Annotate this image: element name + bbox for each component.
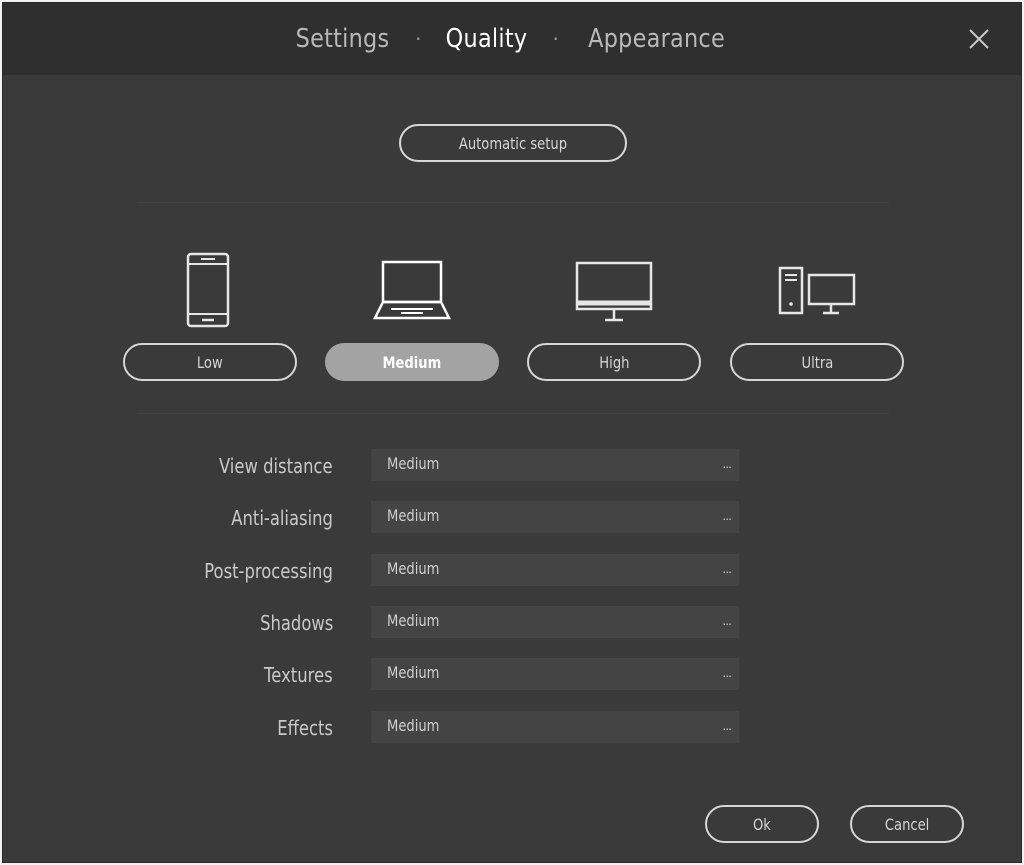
tab-separator: · bbox=[415, 27, 422, 51]
tab-appearance[interactable]: Appearance bbox=[588, 24, 725, 54]
preset-low-button[interactable]: Low bbox=[123, 343, 297, 381]
select-value: Medium bbox=[387, 663, 440, 682]
preset-high-button[interactable]: High bbox=[527, 343, 701, 381]
monitor-icon bbox=[575, 261, 653, 328]
select-value: Medium bbox=[387, 716, 440, 735]
ok-label: Ok bbox=[753, 814, 771, 834]
settings-dialog: Settings · Quality · Appearance Automati… bbox=[2, 2, 1022, 863]
effects-select[interactable]: Medium ... bbox=[371, 711, 739, 743]
anti-aliasing-label: Anti-aliasing bbox=[231, 506, 333, 530]
tab-separator: · bbox=[552, 27, 559, 51]
anti-aliasing-select[interactable]: Medium ... bbox=[371, 501, 739, 533]
more-icon: ... bbox=[722, 455, 732, 471]
automatic-setup-button[interactable]: Automatic setup bbox=[399, 124, 627, 162]
textures-label: Textures bbox=[264, 663, 333, 687]
post-processing-select[interactable]: Medium ... bbox=[371, 554, 739, 586]
select-value: Medium bbox=[387, 611, 440, 630]
more-icon: ... bbox=[722, 664, 732, 680]
view-distance-select[interactable]: Medium ... bbox=[371, 449, 739, 481]
view-distance-label: View distance bbox=[219, 454, 333, 478]
ok-button[interactable]: Ok bbox=[705, 805, 819, 843]
textures-select[interactable]: Medium ... bbox=[371, 658, 739, 690]
shadows-select[interactable]: Medium ... bbox=[371, 606, 739, 638]
cancel-button[interactable]: Cancel bbox=[850, 805, 964, 843]
tab-quality[interactable]: Quality bbox=[446, 24, 528, 54]
tab-bar: Settings · Quality · Appearance bbox=[288, 24, 736, 54]
divider bbox=[137, 202, 889, 203]
more-icon: ... bbox=[722, 612, 732, 628]
phone-icon bbox=[186, 252, 230, 333]
more-icon: ... bbox=[722, 560, 732, 576]
select-value: Medium bbox=[387, 454, 440, 473]
shadows-label: Shadows bbox=[259, 611, 333, 635]
close-icon[interactable] bbox=[967, 27, 991, 51]
cancel-label: Cancel bbox=[884, 814, 930, 834]
preset-medium-button[interactable]: Medium bbox=[325, 343, 499, 381]
more-icon: ... bbox=[722, 507, 732, 523]
automatic-setup-label: Automatic setup bbox=[458, 133, 568, 153]
title-bar: Settings · Quality · Appearance bbox=[3, 3, 1021, 75]
preset-label: Low bbox=[197, 352, 223, 372]
laptop-icon bbox=[372, 260, 452, 327]
tab-settings[interactable]: Settings bbox=[296, 24, 390, 54]
preset-label: High bbox=[598, 352, 630, 372]
preset-ultra-button[interactable]: Ultra bbox=[730, 343, 904, 381]
preset-label: Ultra bbox=[801, 352, 833, 372]
desktop-pc-icon bbox=[778, 266, 856, 323]
effects-label: Effects bbox=[277, 716, 333, 740]
select-value: Medium bbox=[387, 506, 440, 525]
preset-label: Medium bbox=[382, 352, 442, 372]
select-value: Medium bbox=[387, 559, 440, 578]
more-icon: ... bbox=[722, 717, 732, 733]
post-processing-label: Post-processing bbox=[204, 559, 333, 583]
divider bbox=[137, 413, 889, 414]
